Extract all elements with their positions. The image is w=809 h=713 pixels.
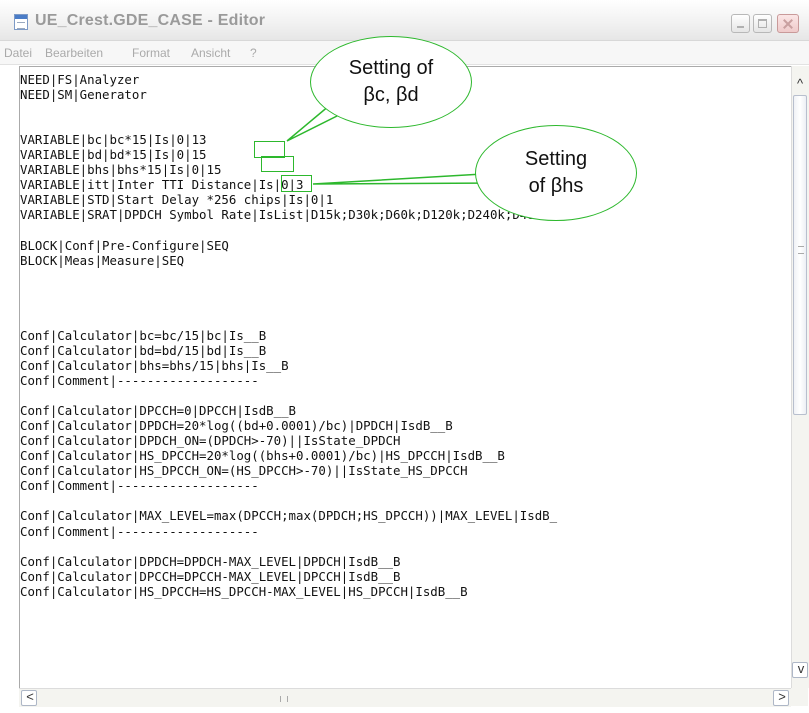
resize-grip[interactable] xyxy=(791,688,808,706)
chevron-up-icon: ^ xyxy=(796,76,804,91)
code-line: Conf|Calculator|MAX_LEVEL=max(DPCCH;max(… xyxy=(20,508,558,524)
code-line: Conf|Calculator|bhs=bhs/15|bhs|Is__B xyxy=(20,357,289,373)
code-line: VARIABLE|SRAT|DPDCH Symbol Rate|IsList|D… xyxy=(20,207,565,223)
code-line: Conf|Calculator|HS_DPCCH=20*log((bhs+0.0… xyxy=(20,448,505,464)
vertical-scroll-thumb[interactable] xyxy=(793,95,807,415)
code-line: Conf|Calculator|DPDCH_ON=(DPDCH>-70)||Is… xyxy=(20,433,401,449)
close-button[interactable] xyxy=(777,14,799,33)
highlight-bd-value xyxy=(261,156,294,172)
menu-format[interactable]: Format xyxy=(132,46,170,60)
minimize-button[interactable] xyxy=(731,14,750,33)
highlight-bhs-value xyxy=(281,175,312,192)
notepad-icon[interactable] xyxy=(14,14,28,30)
callout-bhs-line1: Setting xyxy=(524,148,588,170)
scroll-down-button[interactable]: v xyxy=(792,661,808,678)
code-line: Conf|Calculator|bc=bc/15|bc|Is__B xyxy=(20,327,267,343)
code-line: Conf|Calculator|bd=bd/15|bd|Is__B xyxy=(20,342,267,358)
code-line: Conf|Comment|------------------- xyxy=(20,523,259,539)
code-line: Conf|Calculator|DPCCH=0|DPCCH|IsdB__B xyxy=(20,403,297,419)
horizontal-scroll-thumb[interactable] xyxy=(37,691,773,705)
code-line: BLOCK|Conf|Pre-Configure|SEQ xyxy=(20,237,229,253)
code-line: BLOCK|Meas|Measure|SEQ xyxy=(20,252,185,268)
code-line: Conf|Calculator|HS_DPCCH_ON=(HS_DPCCH>-7… xyxy=(20,463,468,479)
scroll-up-button[interactable]: ^ xyxy=(792,76,808,94)
title-bar[interactable]: UE_Crest.GDE_CASE - Editor xyxy=(0,0,809,41)
callout-bhs: Setting of βhs xyxy=(475,125,637,221)
code-line: VARIABLE|bhs|bhs*15|Is|0|15 xyxy=(20,162,222,178)
chevron-right-icon: > xyxy=(778,689,786,704)
code-line: Conf|Comment|------------------- xyxy=(20,373,259,388)
code-line: Conf|Calculator|HS_DPCCH=HS_DPCCH-MAX_LE… xyxy=(20,583,468,599)
code-line: VARIABLE|itt|Inter TTI Distance|Is|0|3 xyxy=(20,177,304,193)
code-line: Conf|Calculator|DPCCH=DPCCH-MAX_LEVEL|DP… xyxy=(20,568,401,584)
chevron-left-icon: < xyxy=(26,689,34,704)
callout-bhs-line2: of βhs xyxy=(528,175,584,197)
code-line: VARIABLE|bd|bd*15|Is|0|15 xyxy=(20,147,207,163)
menu-help[interactable]: ? xyxy=(250,46,257,60)
code-line: Conf|Calculator|DPDCH=20*log((bd+0.0001)… xyxy=(20,418,453,434)
text-editor-area[interactable]: NEED|FS|Analyzer NEED|SM|Generator VARIABL… xyxy=(19,66,792,689)
window-title: UE_Crest.GDE_CASE - Editor xyxy=(35,12,266,29)
menu-ansicht[interactable]: Ansicht xyxy=(191,46,230,60)
editor-window: UE_Crest.GDE_CASE - Editor Datei Bearbei… xyxy=(0,0,809,713)
grip-icon xyxy=(280,696,288,702)
code-line: Conf|Comment|------------------- xyxy=(20,478,259,494)
scroll-right-button[interactable]: > xyxy=(773,689,789,706)
vertical-scrollbar[interactable]: ^ v xyxy=(791,66,809,688)
code-line: NEED|FS|Analyzer xyxy=(20,72,140,87)
maximize-button[interactable] xyxy=(753,14,772,33)
callout-bc-bd-line2: βc, βd xyxy=(363,84,419,106)
horizontal-scrollbar[interactable]: < > xyxy=(19,688,791,707)
code-line: VARIABLE|STD|Start Delay *256 chips|Is|0… xyxy=(20,192,334,208)
scroll-left-button[interactable]: < xyxy=(21,689,37,706)
menu-datei[interactable]: Datei xyxy=(4,46,32,60)
code-line: NEED|SM|Generator xyxy=(20,87,147,103)
grip-icon xyxy=(798,246,804,254)
callout-bc-bd-line1: Setting of xyxy=(348,57,434,79)
code-line: Conf|Calculator|DPDCH=DPDCH-MAX_LEVEL|DP… xyxy=(20,553,401,569)
code-line: VARIABLE|bc|bc*15|Is|0|13 xyxy=(20,132,207,148)
callout-bc-bd: Setting of βc, βd xyxy=(310,36,472,128)
menu-bearbeiten[interactable]: Bearbeiten xyxy=(45,46,103,60)
chevron-down-icon: v xyxy=(797,661,805,676)
